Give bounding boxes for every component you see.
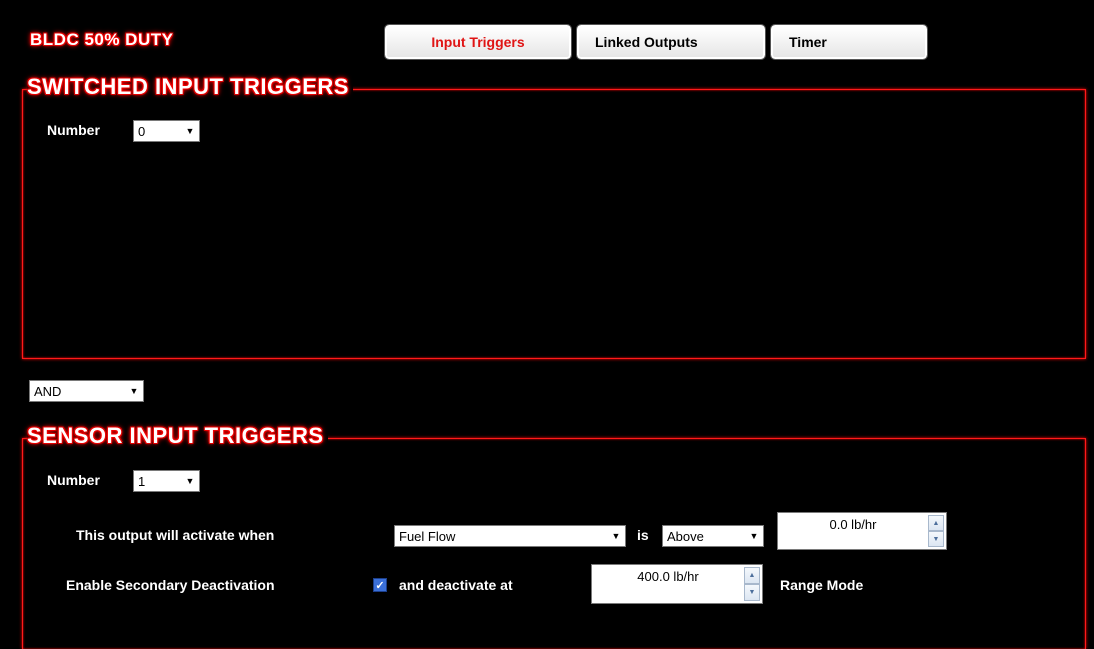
chevron-down-icon: ▼ [185,476,195,486]
range-mode-label: Range Mode [780,577,864,593]
sensor-number-select[interactable]: 1 ▼ [133,470,200,492]
page-title: BLDC 50% DUTY [30,30,174,49]
tab-input-triggers[interactable]: Input Triggers [384,24,572,60]
deactivate-spinner[interactable]: 400.0 lb/hr ▲ ▼ [591,564,763,604]
sensor-number-value: 1 [138,473,146,489]
is-label: is [637,527,649,543]
logic-operator-select[interactable]: AND ▼ [29,380,144,402]
threshold-value: 0.0 lb/hr [829,517,877,532]
chevron-down-icon: ▼ [129,386,139,396]
secondary-deactivation-label: Enable Secondary Deactivation [66,577,275,593]
chevron-down-icon: ▼ [611,531,621,541]
switched-panel-title: SWITCHED INPUT TRIGGERS [27,74,353,100]
deactivate-at-label: and deactivate at [399,577,513,593]
tab-timer[interactable]: Timer [770,24,928,60]
tab-linked-outputs[interactable]: Linked Outputs [576,24,766,60]
sensor-value: Fuel Flow [399,528,456,544]
comparison-value: Above [667,528,704,544]
threshold-spin-buttons: ▲ ▼ [928,515,944,547]
deactivate-spin-buttons: ▲ ▼ [744,567,760,601]
chevron-down-icon: ▼ [185,126,195,136]
chevron-down-icon: ▼ [749,531,759,541]
comparison-select[interactable]: Above ▼ [662,525,764,547]
switched-number-select[interactable]: 0 ▼ [133,120,200,142]
sensor-select[interactable]: Fuel Flow ▼ [394,525,626,547]
sensor-number-label: Number [47,472,100,488]
arrow-down-icon[interactable]: ▼ [928,531,944,547]
logic-operator-value: AND [34,383,62,399]
check-icon: ✓ [375,579,385,592]
deactivate-value: 400.0 lb/hr [637,569,699,584]
switched-number-value: 0 [138,123,146,139]
tab-bar: Input Triggers Linked Outputs Timer [384,24,928,60]
arrow-down-icon[interactable]: ▼ [744,584,760,601]
secondary-deactivation-checkbox[interactable]: ✓ [373,578,387,592]
arrow-up-icon[interactable]: ▲ [744,567,760,584]
arrow-up-icon[interactable]: ▲ [928,515,944,531]
switched-number-label: Number [47,122,100,138]
sensor-panel-title: SENSOR INPUT TRIGGERS [27,423,328,449]
threshold-spinner[interactable]: 0.0 lb/hr ▲ ▼ [777,512,947,550]
activate-label: This output will activate when [76,527,275,543]
